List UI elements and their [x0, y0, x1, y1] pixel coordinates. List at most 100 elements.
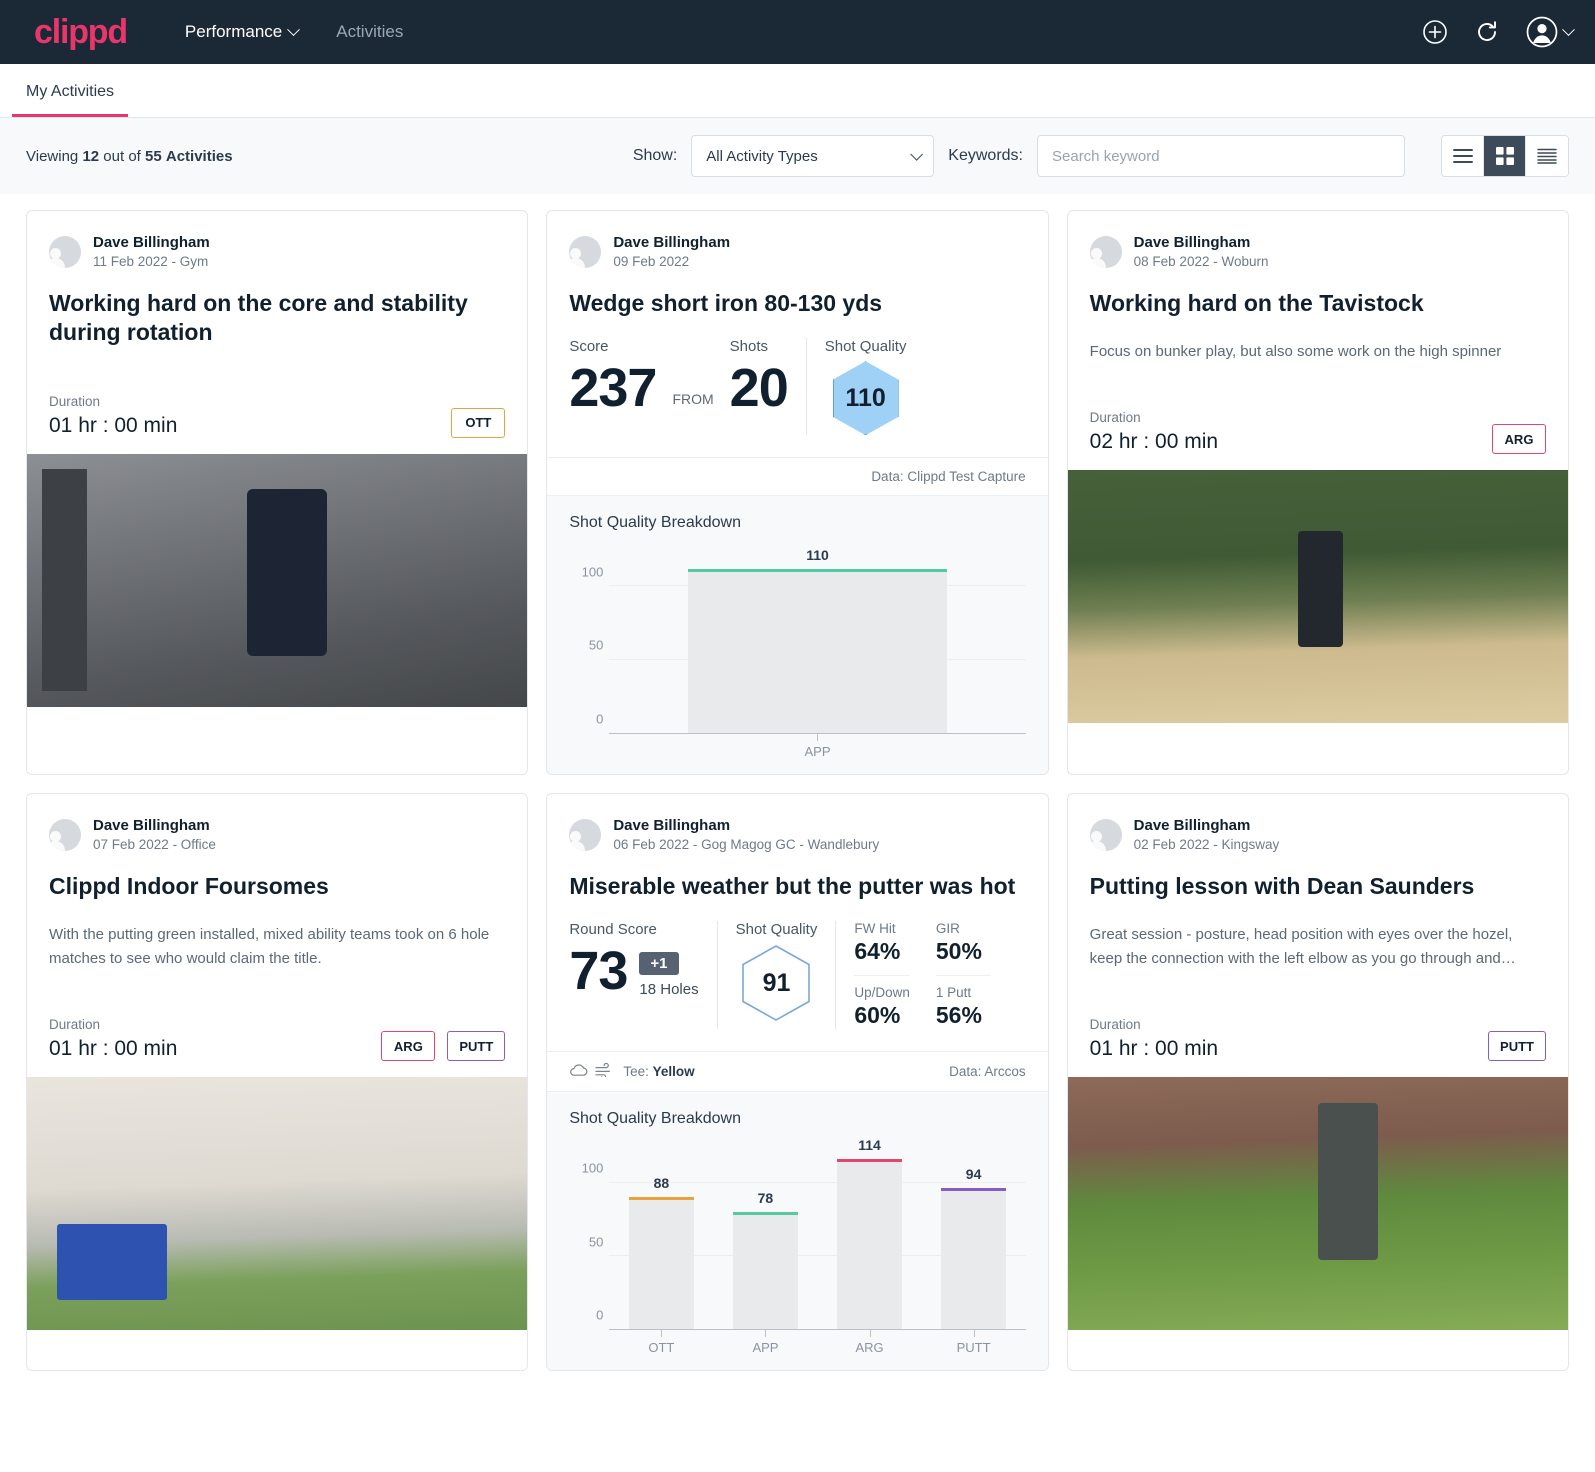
shots-label: Shots: [729, 338, 769, 356]
activity-title: Miserable weather but the putter was hot: [569, 873, 1016, 900]
round-score-label: Round Score: [569, 921, 657, 939]
x-axis-tick-label: ARG: [817, 1330, 921, 1356]
card-author: Dave Billingham 11 Feb 2022 - Gym: [49, 233, 505, 271]
avatar: [49, 819, 81, 852]
tag-putt[interactable]: PUTT: [447, 1031, 506, 1062]
tee-value: Yellow: [652, 1064, 695, 1080]
tag-list: PUTT: [1488, 1031, 1546, 1062]
cloud-icon: [569, 1063, 588, 1080]
duration-row: Duration 02 hr : 00 min ARG: [1089, 410, 1546, 455]
score-value: 237: [569, 358, 657, 419]
divider: [805, 338, 807, 436]
shots-block: Shots 20: [729, 338, 789, 435]
round-score-block: Round Score 73 +1 18 Holes: [569, 921, 698, 1029]
card-author: Dave Billingham 07 Feb 2022 - Office: [49, 816, 505, 854]
bar-cap: [629, 1197, 694, 1201]
account-chevron-down-icon: [1562, 22, 1575, 36]
activity-card[interactable]: Dave Billingham 02 Feb 2022 - Kingsway P…: [1066, 793, 1569, 1372]
tab-my-activities[interactable]: My Activities: [12, 83, 129, 117]
shot-quality-value: 91: [762, 968, 791, 997]
activity-photo-indoor: [27, 1077, 528, 1331]
search-input[interactable]: [1037, 135, 1405, 177]
x-axis-tick-label: PUTT: [922, 1330, 1026, 1356]
show-label: Show:: [632, 147, 678, 164]
activity-meta: 11 Feb 2022 - Gym: [93, 254, 209, 270]
chart-title: Shot Quality Breakdown: [569, 1110, 741, 1128]
activity-meta: 02 Feb 2022 - Kingsway: [1133, 837, 1280, 853]
filter-controls: Show: All Activity Types Keywords:: [633, 135, 1569, 177]
activity-title: Working hard on the Tavistock: [1089, 289, 1424, 316]
bar-series: 110: [609, 542, 1025, 734]
bar-column: 78: [713, 1138, 817, 1330]
author-name: Dave Billingham: [613, 817, 731, 835]
x-axis-tick-label: OTT: [609, 1330, 713, 1356]
x-axis: OTT APP ARG PUTT: [609, 1330, 1025, 1356]
stat-gir: GIR 50%: [936, 921, 992, 965]
stat-value: 64%: [854, 938, 901, 965]
activity-meta: 09 Feb 2022: [613, 254, 690, 270]
activity-card[interactable]: Dave Billingham 09 Feb 2022 Wedge short …: [546, 210, 1049, 776]
bar-cap: [941, 1188, 1006, 1192]
author-name: Dave Billingham: [613, 234, 731, 251]
stats-row: Round Score 73 +1 18 Holes Shot Quality …: [547, 901, 1047, 1051]
clippd-logo[interactable]: clippd: [34, 15, 128, 49]
stat-fw-hit: FW Hit 64%: [854, 921, 910, 965]
activity-card[interactable]: Dave Billingham 08 Feb 2022 - Woburn Wor…: [1066, 210, 1569, 776]
bar-column: 114: [817, 1136, 921, 1330]
duration-value: 01 hr : 00 min: [49, 413, 178, 437]
tag-arg[interactable]: ARG: [381, 1031, 436, 1062]
account-icon[interactable]: [1526, 16, 1575, 48]
bar-value-label: 78: [757, 1189, 774, 1206]
divider: [835, 921, 837, 1030]
card-author: Dave Billingham 09 Feb 2022: [569, 233, 1025, 271]
activity-description: With the putting green installed, mixed …: [49, 926, 490, 968]
nav-item-performance[interactable]: Performance: [184, 22, 301, 42]
activity-meta: 08 Feb 2022 - Woburn: [1133, 254, 1269, 270]
duration-value: 01 hr : 00 min: [49, 1037, 178, 1061]
activity-type-select[interactable]: All Activity Types: [691, 135, 935, 177]
x-axis-tick-label: APP: [609, 734, 1025, 760]
detail-view-icon[interactable]: [1526, 136, 1568, 176]
grid-view-icon[interactable]: [1484, 136, 1526, 176]
refresh-icon[interactable]: [1474, 19, 1500, 45]
avatar: [1089, 235, 1122, 268]
x-axis-tick-label: APP: [713, 1330, 817, 1356]
tag-list: ARG PUTT: [381, 1031, 506, 1062]
shot-quality-value: 110: [832, 361, 899, 436]
activity-type-selected-value: All Activity Types: [706, 147, 818, 165]
viewing-total: 55: [145, 147, 162, 165]
duration-row: Duration 01 hr : 00 min ARG PUTT: [49, 1017, 506, 1062]
viewing-count-text: Viewing 12 out of 55 Activities: [26, 148, 233, 165]
nav-item-activities[interactable]: Activities: [336, 22, 403, 42]
stat-value: 60%: [854, 1002, 901, 1029]
shot-quality-label: Shot Quality: [735, 921, 818, 939]
score-block: Score 237: [569, 338, 657, 435]
author-name: Dave Billingham: [1133, 817, 1251, 835]
keywords-label: Keywords:: [948, 147, 1023, 164]
activity-card[interactable]: Dave Billingham 11 Feb 2022 - Gym Workin…: [26, 210, 529, 776]
plus-circle-icon[interactable]: [1422, 19, 1448, 45]
bar-value-label: 114: [858, 1136, 881, 1153]
duration-label: Duration: [1089, 410, 1141, 426]
viewing-prefix: Viewing: [26, 147, 79, 165]
activity-card[interactable]: Dave Billingham 07 Feb 2022 - Office Cli…: [26, 793, 529, 1372]
tag-ott[interactable]: OTT: [451, 407, 506, 438]
tag-putt[interactable]: PUTT: [1488, 1031, 1546, 1062]
shot-quality-chart-panel: Shot Quality Breakdown 0 50 100 88 78 114 94 …: [547, 1091, 1048, 1371]
avatar: [49, 235, 81, 268]
percentage-stats-grid: FW Hit 64% GIR 50% Up/Down 60% 1 Putt 56…: [854, 921, 992, 1029]
activity-title: Wedge short iron 80-130 yds: [569, 289, 883, 316]
shot-quality-hexagon: 91: [741, 944, 811, 1022]
nav-item-activities-label: Activities: [336, 22, 404, 41]
stat-label: Up/Down: [854, 985, 910, 1001]
shot-quality-block: Shot Quality 91: [735, 921, 818, 1029]
activity-title: Working hard on the core and stability d…: [49, 289, 468, 346]
chevron-down-icon: [910, 147, 924, 161]
nav-item-performance-label: Performance: [184, 22, 283, 41]
bar: [837, 1158, 902, 1330]
score-label: Score: [569, 338, 609, 356]
top-navigation-bar: clippd Performance Activities: [0, 0, 1595, 64]
list-view-icon[interactable]: [1442, 136, 1484, 176]
tag-arg[interactable]: ARG: [1492, 424, 1546, 455]
activity-card[interactable]: Dave Billingham 06 Feb 2022 - Gog Magog …: [546, 793, 1049, 1372]
